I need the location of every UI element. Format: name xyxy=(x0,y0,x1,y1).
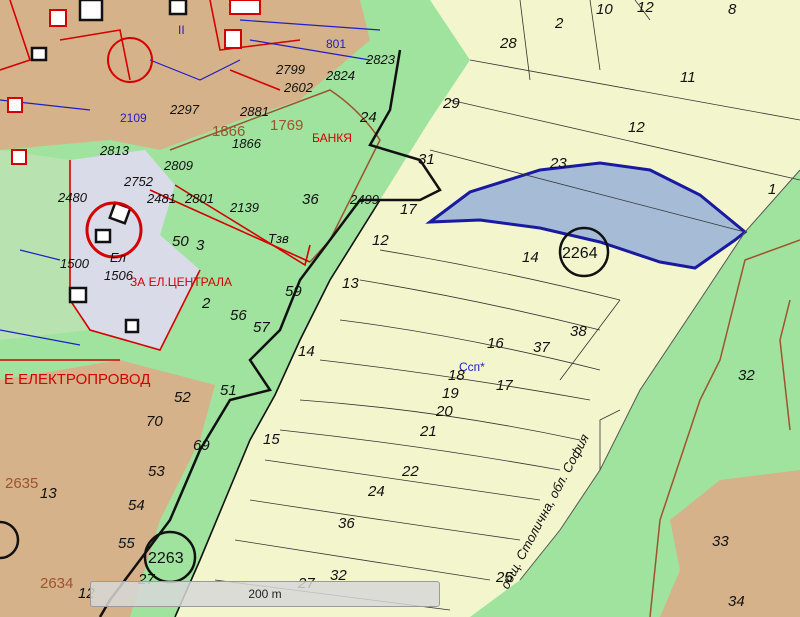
parcel-number: 801 xyxy=(326,37,346,51)
parcel-number: 2813 xyxy=(99,143,130,158)
parcel-number: 14 xyxy=(522,249,539,266)
parcel-number: 59 xyxy=(285,283,302,300)
parcel-number: 36 xyxy=(338,515,355,532)
parcel-number: 52 xyxy=(174,389,191,406)
parcel-number: 34 xyxy=(728,593,745,610)
parcel-number: 1 xyxy=(768,181,776,198)
parcel-number: 13 xyxy=(40,485,57,502)
parcel-number: 2801 xyxy=(184,191,214,206)
parcel-number: 13 xyxy=(342,275,359,292)
parcel-number: 24 xyxy=(359,109,377,126)
scale-bar: 200 m xyxy=(90,581,440,607)
parcel-number: 29 xyxy=(442,95,460,112)
parcel-number: 2635 xyxy=(5,475,38,492)
parcel-number: 15 xyxy=(263,431,280,448)
parcel-number: 37 xyxy=(533,339,550,356)
parcel-number: 22 xyxy=(401,463,419,480)
parcel-number: 3 xyxy=(196,237,205,254)
label-power-line: Е ЕЛЕКТРОПРОВОД xyxy=(4,371,150,388)
parcel-number: 17 xyxy=(400,201,417,218)
label-el: Ел xyxy=(110,250,127,265)
parcel-number: 8 xyxy=(728,1,737,18)
parcel-number: 11 xyxy=(680,69,696,86)
parcel-number: 2499 xyxy=(349,192,379,207)
parcel-number: 2634 xyxy=(40,575,73,592)
parcel-number: 2602 xyxy=(283,80,314,95)
parcel-number: 50 xyxy=(172,233,189,250)
map-canvas[interactable]: 2264 2263 2 10 12 8 28 11 29 12 23 1 31 … xyxy=(0,0,800,617)
parcel-number: 20 xyxy=(435,403,453,420)
parcel-number: 16 xyxy=(487,335,504,352)
parcel-number: 69 xyxy=(193,437,210,454)
parcel-number: 19 xyxy=(442,385,459,402)
cadastral-map[interactable]: 2264 2263 2 10 12 8 28 11 29 12 23 1 31 … xyxy=(0,0,800,617)
label-power-plant: ЗА ЕЛ.ЦЕНТРАЛА xyxy=(130,275,232,289)
parcel-number: 2881 xyxy=(239,104,269,119)
parcel-number: 18 xyxy=(448,367,465,384)
parcel-number: 56 xyxy=(230,307,247,324)
parcel-number: 2752 xyxy=(123,174,154,189)
parcel-number: 2481 xyxy=(146,191,176,206)
parcel-number: 2139 xyxy=(229,200,259,215)
parcel-number: 31 xyxy=(418,151,435,168)
parcel-number: 14 xyxy=(298,343,315,360)
parcel-number: 36 xyxy=(302,191,319,208)
parcel-number: 33 xyxy=(712,533,729,550)
label-tzv: Тзв xyxy=(268,231,289,246)
parcel-number: 2 xyxy=(554,15,564,32)
parcel-id-2263: 2263 xyxy=(148,550,184,567)
roman-label: II xyxy=(178,23,185,37)
parcel-number: 12 xyxy=(628,119,645,136)
parcel-number: 2297 xyxy=(169,102,200,117)
parcel-id-2264: 2264 xyxy=(562,245,598,262)
parcel-number: 2823 xyxy=(365,52,396,67)
parcel-number: 38 xyxy=(570,323,587,340)
parcel-number: 2 xyxy=(201,295,211,312)
parcel-number: 2809 xyxy=(163,158,193,173)
parcel-number: 12 xyxy=(637,0,654,16)
parcel-number: 28 xyxy=(499,35,517,52)
parcel-number: 24 xyxy=(367,483,385,500)
parcel-number: 17 xyxy=(496,377,513,394)
parcel-number: 2824 xyxy=(325,68,355,83)
scale-bar-label: 200 m xyxy=(248,587,282,601)
parcel-number: 51 xyxy=(220,382,237,399)
parcel-number: 2480 xyxy=(57,190,88,205)
parcel-number: 70 xyxy=(146,413,163,430)
parcel-number: 1866 xyxy=(212,123,245,140)
label-bank: БАНКЯ xyxy=(312,131,352,145)
parcel-number: 2109 xyxy=(120,111,147,125)
parcel-number: 53 xyxy=(148,463,165,480)
parcel-number: 54 xyxy=(128,497,145,514)
parcel-number: 10 xyxy=(596,1,613,18)
parcel-number: 21 xyxy=(419,423,437,440)
parcel-number: 2799 xyxy=(275,62,305,77)
parcel-number: 23 xyxy=(549,155,567,172)
parcel-number: 1769 xyxy=(270,117,303,134)
parcel-number: 1500 xyxy=(60,256,90,271)
parcel-number: 55 xyxy=(118,535,135,552)
parcel-number: 57 xyxy=(253,319,270,336)
parcel-number: 12 xyxy=(372,232,389,249)
parcel-number: 32 xyxy=(738,367,755,384)
